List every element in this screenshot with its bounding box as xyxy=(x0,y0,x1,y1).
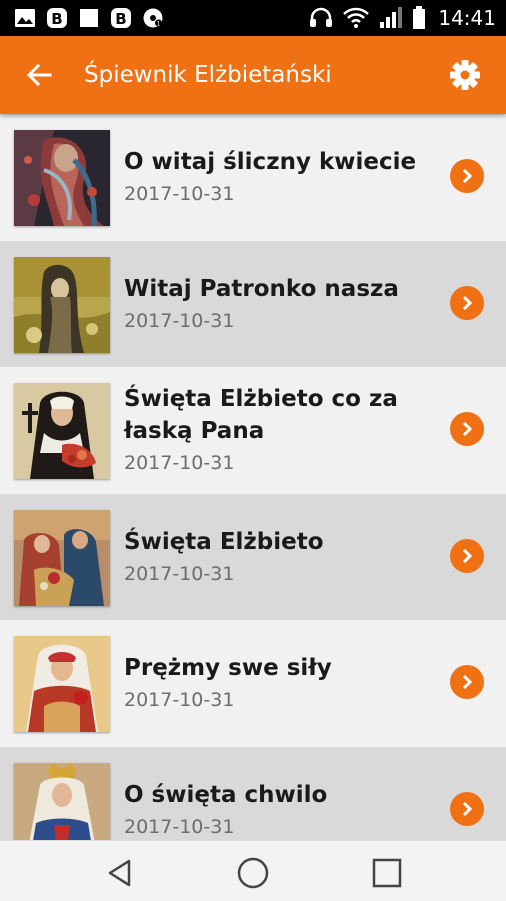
system-icons: 14:41 xyxy=(308,6,496,30)
song-title: Witaj Patronko nasza xyxy=(124,276,399,302)
song-date: 2017-10-31 xyxy=(124,310,235,332)
nav-recents-button[interactable] xyxy=(369,855,405,891)
page-title: Śpiewnik Elżbietański xyxy=(84,62,332,88)
wifi-icon xyxy=(343,7,370,28)
open-song-button[interactable] xyxy=(450,412,484,446)
song-text: O witaj śliczny kwiecie 2017-10-31 xyxy=(124,146,424,208)
song-date: 2017-10-31 xyxy=(124,183,235,205)
chevron-right-icon xyxy=(462,674,473,690)
song-title: Święta Elżbieto xyxy=(124,529,324,555)
song-text: Witaj Patronko nasza 2017-10-31 xyxy=(124,273,424,335)
song-list-item[interactable]: O witaj śliczny kwiecie 2017-10-31 xyxy=(0,114,506,241)
clock: 14:41 xyxy=(438,6,496,30)
open-song-button[interactable] xyxy=(450,159,484,193)
arrow-left-icon xyxy=(26,63,52,87)
chevron-right-icon xyxy=(462,168,473,184)
song-title: O święta chwilo xyxy=(124,782,328,808)
b-app-icon: B xyxy=(47,8,67,28)
chevron-right-icon xyxy=(462,801,473,817)
song-thumbnail xyxy=(14,510,110,606)
open-song-button[interactable] xyxy=(450,792,484,826)
app-bar: Śpiewnik Elżbietański xyxy=(0,36,506,114)
song-text: Święta Elżbieto co za łaską Pana 2017-10… xyxy=(124,383,424,477)
open-song-button[interactable] xyxy=(450,665,484,699)
song-list: O witaj śliczny kwiecie 2017-10-31 Witaj… xyxy=(0,114,506,840)
headset-icon xyxy=(310,7,333,27)
open-song-button[interactable] xyxy=(450,286,484,320)
song-text: O święta chwilo 2017-10-31 xyxy=(124,779,424,840)
open-song-button[interactable] xyxy=(450,539,484,573)
song-thumbnail xyxy=(14,763,110,840)
nav-back-button[interactable] xyxy=(102,855,138,891)
song-list-item[interactable]: Święta Elżbieto 2017-10-31 xyxy=(0,494,506,620)
song-date: 2017-10-31 xyxy=(124,452,235,474)
song-text: Święta Elżbieto 2017-10-31 xyxy=(124,526,424,588)
chevron-right-icon xyxy=(462,421,473,437)
song-title: Święta Elżbieto co za łaską Pana xyxy=(124,386,398,444)
song-date: 2017-10-31 xyxy=(124,563,235,585)
svg-text:B: B xyxy=(51,10,62,28)
song-list-item[interactable]: Prężmy swe siły 2017-10-31 xyxy=(0,620,506,747)
b-app-icon: B xyxy=(111,8,131,28)
square-icon xyxy=(80,9,98,27)
song-thumbnail xyxy=(14,383,110,479)
song-date: 2017-10-31 xyxy=(124,816,235,838)
triangle-back-icon xyxy=(108,859,131,887)
image-icon xyxy=(15,9,35,27)
song-title: Prężmy swe siły xyxy=(124,655,332,681)
chevron-right-icon xyxy=(462,548,473,564)
nav-home-button[interactable] xyxy=(235,855,271,891)
square-recents-icon xyxy=(372,858,402,888)
battery-icon xyxy=(413,6,426,29)
signal-icon xyxy=(380,7,403,28)
status-bar: B B 1 14:41 xyxy=(0,0,506,36)
song-thumbnail xyxy=(14,636,110,732)
song-list-item[interactable]: O święta chwilo 2017-10-31 xyxy=(0,747,506,840)
song-list-item[interactable]: Witaj Patronko nasza 2017-10-31 xyxy=(0,241,506,367)
chevron-right-icon xyxy=(462,295,473,311)
song-list-item[interactable]: Święta Elżbieto co za łaską Pana 2017-10… xyxy=(0,367,506,494)
song-date: 2017-10-31 xyxy=(124,689,235,711)
notification-icons: B B 1 xyxy=(14,7,164,29)
settings-button[interactable] xyxy=(446,56,484,94)
circle-home-icon xyxy=(237,857,269,889)
song-title: O witaj śliczny kwiecie xyxy=(124,149,417,175)
navigation-bar xyxy=(0,840,506,901)
soccer-ball-icon: 1 xyxy=(143,8,163,28)
song-thumbnail xyxy=(14,257,110,353)
svg-text:B: B xyxy=(115,10,126,28)
song-thumbnail xyxy=(14,130,110,226)
song-text: Prężmy swe siły 2017-10-31 xyxy=(124,652,424,714)
gear-icon xyxy=(450,60,480,90)
svg-text:1: 1 xyxy=(157,21,161,28)
back-button[interactable] xyxy=(20,56,58,94)
